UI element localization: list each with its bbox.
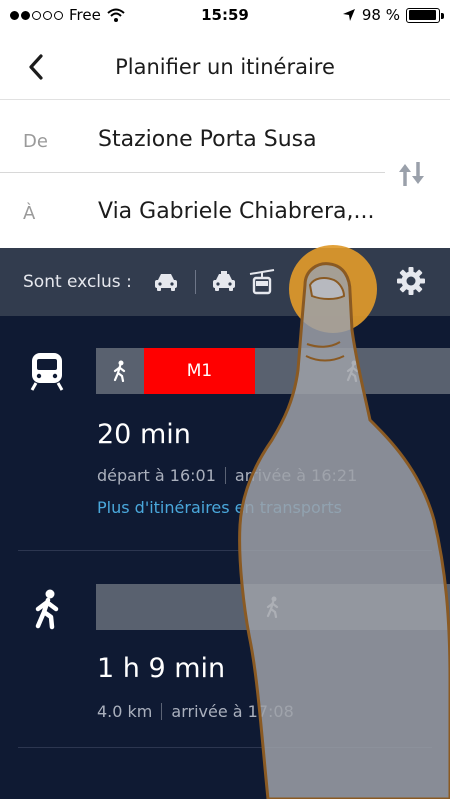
trip-duration: 20 min [97,419,191,450]
battery-percent: 98 % [361,6,400,24]
walk-segment [96,348,144,394]
car-icon[interactable] [152,268,180,296]
arrival-time: arrivée à 16:21 [234,466,358,485]
cable-car-icon[interactable] [248,268,276,296]
trip-times: départ à 16:01 arrivée à 16:21 [97,466,357,485]
arrival-time: arrivée à 17:08 [171,702,294,721]
to-label: À [23,203,36,224]
taxi-icon[interactable] [210,268,238,296]
route-timeline: M1 [96,348,450,394]
walk-segment [96,584,450,630]
battery-icon [406,7,444,23]
status-right: 98 % [342,6,444,24]
trip-distance: 4.0 km [97,702,153,721]
divider [18,550,432,551]
trip-duration: 1 h 9 min [97,653,226,684]
to-value[interactable]: Via Gabriele Chiabrera,... [98,199,374,224]
walk-icon [346,360,358,382]
from-label: De [23,131,48,152]
route-timeline [96,584,450,630]
from-field[interactable]: De Stazione Porta Susa [0,103,385,173]
page-title: Planifier un itinéraire [115,55,335,79]
to-field[interactable]: À Via Gabriele Chiabrera,... [0,175,385,245]
departure-time: départ à 16:01 [97,466,216,485]
header-bar: Planifier un itinéraire [0,34,450,100]
exclusions-bar: Sont exclus : [0,248,450,316]
gear-icon[interactable] [396,266,426,296]
walk-icon [266,596,279,618]
walking-person-icon [35,589,59,630]
swap-arrows-icon[interactable] [396,158,428,190]
excluded-label: Sont exclus : [23,272,132,292]
from-value[interactable]: Stazione Porta Susa [98,127,317,152]
results-list: M1 20 min départ à 16:01 arrivée à 16:21 … [0,316,450,799]
route-panel: De Stazione Porta Susa À Via Gabriele Ch… [0,100,450,248]
walk-icon [113,360,126,382]
location-arrow-icon [342,9,355,21]
more-transit-routes-link[interactable]: Plus d'itinéraires en transports [97,498,342,517]
divider [18,747,432,748]
walk-segment [255,348,450,394]
metro-train-icon [30,353,64,391]
metro-line-segment: M1 [144,348,255,394]
filter-divider [195,270,196,294]
trip-details: 4.0 km arrivée à 17:08 [97,702,294,721]
status-bar: Free 15:59 98 % [0,0,450,34]
